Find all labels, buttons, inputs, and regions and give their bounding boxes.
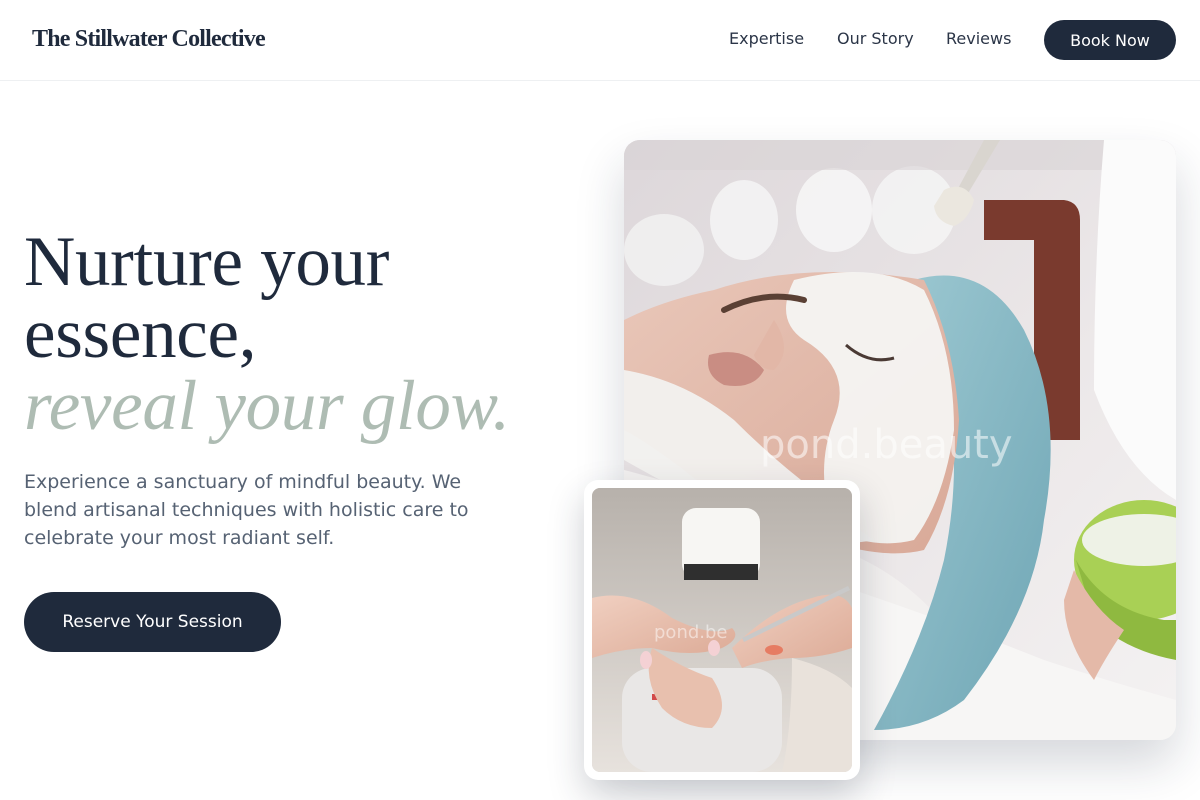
manicure-photo-card: pond.be	[584, 480, 860, 780]
reserve-session-button[interactable]: Reserve Your Session	[24, 592, 281, 652]
headline-line-2: essence,	[24, 295, 257, 373]
nav-link-expertise[interactable]: Expertise	[729, 29, 804, 48]
site-header: The Stillwater Collective Expertise Our …	[0, 0, 1200, 81]
book-now-button[interactable]: Book Now	[1044, 20, 1176, 60]
nav-link-our-story[interactable]: Our Story	[837, 29, 914, 48]
manicure-photo: pond.be	[592, 488, 852, 772]
brand-logo[interactable]: The Stillwater Collective	[32, 26, 266, 53]
hero-headline: Nurture your essence, reveal your glow.	[24, 226, 584, 442]
nav-link-reviews[interactable]: Reviews	[946, 29, 1011, 48]
headline-accent: reveal your glow.	[24, 367, 510, 445]
hero-subtext: Experience a sanctuary of mindful beauty…	[24, 471, 469, 549]
headline-line-1: Nurture your	[24, 223, 390, 301]
